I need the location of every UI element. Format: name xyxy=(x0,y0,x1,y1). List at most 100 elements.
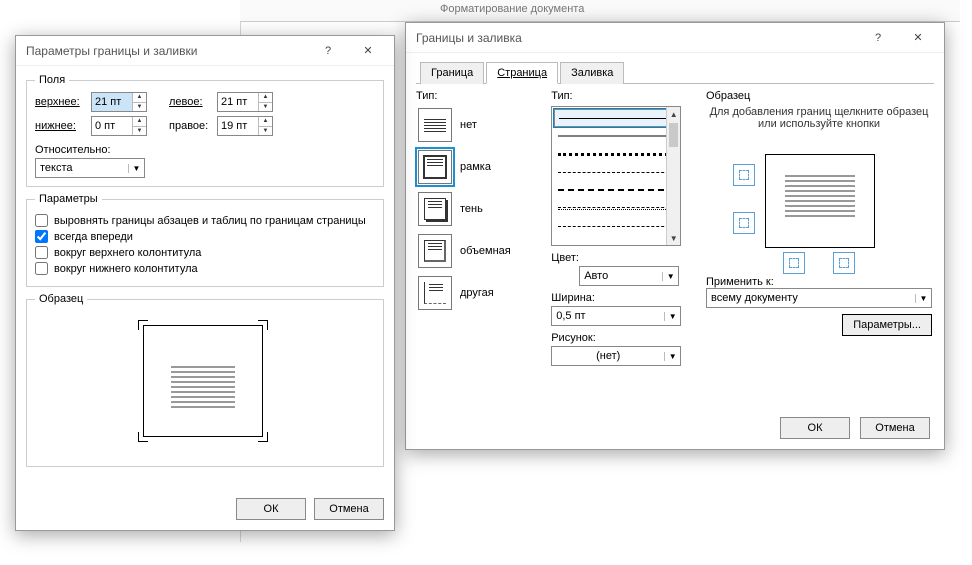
options-group: Параметры выровнять границы абзацев и та… xyxy=(26,193,384,287)
top-margin-input[interactable]: ▲▼ xyxy=(91,92,147,112)
list-item[interactable] xyxy=(554,109,678,127)
titlebar[interactable]: Границы и заливка ? ✕ xyxy=(406,23,944,53)
preview-legend: Образец xyxy=(35,293,87,305)
margins-legend: Поля xyxy=(35,74,69,86)
apply-to-label: Применить к: xyxy=(706,276,932,288)
spin-down-icon[interactable]: ▼ xyxy=(259,127,272,136)
bottom-margin-label: нижнее: xyxy=(35,120,87,132)
list-item[interactable] xyxy=(554,181,678,199)
close-button[interactable]: ✕ xyxy=(898,23,938,53)
type-custom-icon xyxy=(418,276,452,310)
chevron-down-icon: ▼ xyxy=(915,294,931,303)
right-margin-label: правое: xyxy=(169,120,213,132)
cancel-button[interactable]: Отмена xyxy=(860,417,930,439)
ribbon-group-label: Форматирование документа xyxy=(440,3,584,15)
scrollbar-thumb[interactable] xyxy=(669,123,678,147)
line-style-list[interactable]: ▲ ▼ xyxy=(551,106,681,246)
help-button[interactable]: ? xyxy=(858,23,898,53)
spin-down-icon[interactable]: ▼ xyxy=(259,103,272,112)
dialog-title: Параметры границы и заливки xyxy=(26,44,308,58)
art-label: Рисунок: xyxy=(551,332,698,344)
relative-to-select[interactable]: текста ▼ xyxy=(35,158,145,178)
chevron-down-icon: ▼ xyxy=(662,272,678,281)
options-legend: Параметры xyxy=(35,193,102,205)
spin-up-icon[interactable]: ▲ xyxy=(133,93,146,103)
help-button[interactable]: ? xyxy=(308,36,348,66)
surround-footer-checkbox[interactable]: вокруг нижнего колонтитула xyxy=(35,262,375,275)
chevron-down-icon: ▼ xyxy=(664,312,680,321)
color-label: Цвет: xyxy=(551,252,698,264)
list-item[interactable] xyxy=(554,163,678,181)
style-column: Тип: ▲ ▼ Цвет: xyxy=(551,90,698,366)
margins-group: Поля верхнее: ▲▼ левое: ▲▼ нижнее: ▲▼ xyxy=(26,74,384,187)
type-3d-icon xyxy=(418,234,452,268)
type-3d[interactable]: объемная xyxy=(416,232,543,270)
type-shadow-icon xyxy=(418,192,452,226)
width-select[interactable]: 0,5 пт ▼ xyxy=(551,306,681,326)
border-bottom-button[interactable] xyxy=(733,212,755,234)
type-custom[interactable]: другая xyxy=(416,274,543,312)
align-borders-checkbox[interactable]: выровнять границы абзацев и таблиц по гр… xyxy=(35,214,375,227)
type-shadow[interactable]: тень xyxy=(416,190,543,228)
ok-button[interactable]: ОК xyxy=(780,417,850,439)
chevron-down-icon[interactable]: ▼ xyxy=(667,231,680,245)
list-item[interactable] xyxy=(554,199,678,217)
type-box[interactable]: рамка xyxy=(416,148,543,186)
preview-group: Образец xyxy=(26,293,384,467)
surround-header-checkbox[interactable]: вокруг верхнего колонтитула xyxy=(35,246,375,259)
tab-page[interactable]: Страница xyxy=(486,62,558,84)
chevron-up-icon[interactable]: ▲ xyxy=(667,107,680,121)
art-select[interactable]: (нет) ▼ xyxy=(551,346,681,366)
preview-box xyxy=(125,317,285,457)
style-label: Тип: xyxy=(551,90,698,102)
relative-to-label: Относительно: xyxy=(35,144,375,156)
left-margin-label: левое: xyxy=(169,96,213,108)
spin-down-icon[interactable]: ▼ xyxy=(133,103,146,112)
preview-area[interactable] xyxy=(729,136,909,266)
apply-to-select[interactable]: всему документу ▼ xyxy=(706,288,932,308)
tab-border[interactable]: Граница xyxy=(420,62,484,84)
titlebar[interactable]: Параметры границы и заливки ? ✕ xyxy=(16,36,394,66)
color-select[interactable]: Авто ▼ xyxy=(579,266,679,286)
tabs: Граница Страница Заливка xyxy=(416,61,934,84)
chevron-down-icon: ▼ xyxy=(128,164,144,173)
spin-up-icon[interactable]: ▲ xyxy=(259,117,272,127)
bottom-margin-input[interactable]: ▲▼ xyxy=(91,116,147,136)
dialog-title: Границы и заливка xyxy=(416,31,858,45)
spin-down-icon[interactable]: ▼ xyxy=(133,127,146,136)
tab-shading[interactable]: Заливка xyxy=(560,62,624,84)
ribbon-bar: Форматирование документа xyxy=(240,0,960,22)
border-right-button[interactable] xyxy=(833,252,855,274)
type-none-icon xyxy=(418,108,452,142)
list-item[interactable] xyxy=(554,145,678,163)
border-shading-options-dialog: Параметры границы и заливки ? ✕ Поля вер… xyxy=(15,35,395,531)
close-button[interactable]: ✕ xyxy=(348,36,388,66)
border-top-button[interactable] xyxy=(733,164,755,186)
width-label: Ширина: xyxy=(551,292,698,304)
close-icon: ✕ xyxy=(363,44,372,57)
scrollbar[interactable]: ▲ ▼ xyxy=(666,107,680,245)
type-presets-column: Тип: нет рамка тень объемная xyxy=(416,90,543,366)
options-button[interactable]: Параметры... xyxy=(842,314,932,336)
close-icon: ✕ xyxy=(913,31,922,44)
type-none[interactable]: нет xyxy=(416,106,543,144)
cancel-button[interactable]: Отмена xyxy=(314,498,384,520)
chevron-down-icon: ▼ xyxy=(664,352,680,361)
right-margin-input[interactable]: ▲▼ xyxy=(217,116,273,136)
type-box-icon xyxy=(418,150,452,184)
border-left-button[interactable] xyxy=(783,252,805,274)
preview-column: Образец Для добавления границ щелкните о… xyxy=(706,90,932,366)
preview-legend: Образец xyxy=(706,90,932,102)
always-front-checkbox[interactable]: всегда впереди xyxy=(35,230,375,243)
top-margin-label: верхнее: xyxy=(35,96,87,108)
ok-button[interactable]: ОК xyxy=(236,498,306,520)
preview-hint: Для добавления границ щелкните образец и… xyxy=(706,106,932,130)
left-margin-input[interactable]: ▲▼ xyxy=(217,92,273,112)
preview-text xyxy=(785,172,855,220)
preview-lines xyxy=(171,363,235,411)
spin-up-icon[interactable]: ▲ xyxy=(259,93,272,103)
type-label: Тип: xyxy=(416,90,543,102)
list-item[interactable] xyxy=(554,217,678,235)
spin-up-icon[interactable]: ▲ xyxy=(133,117,146,127)
list-item[interactable] xyxy=(554,127,678,145)
